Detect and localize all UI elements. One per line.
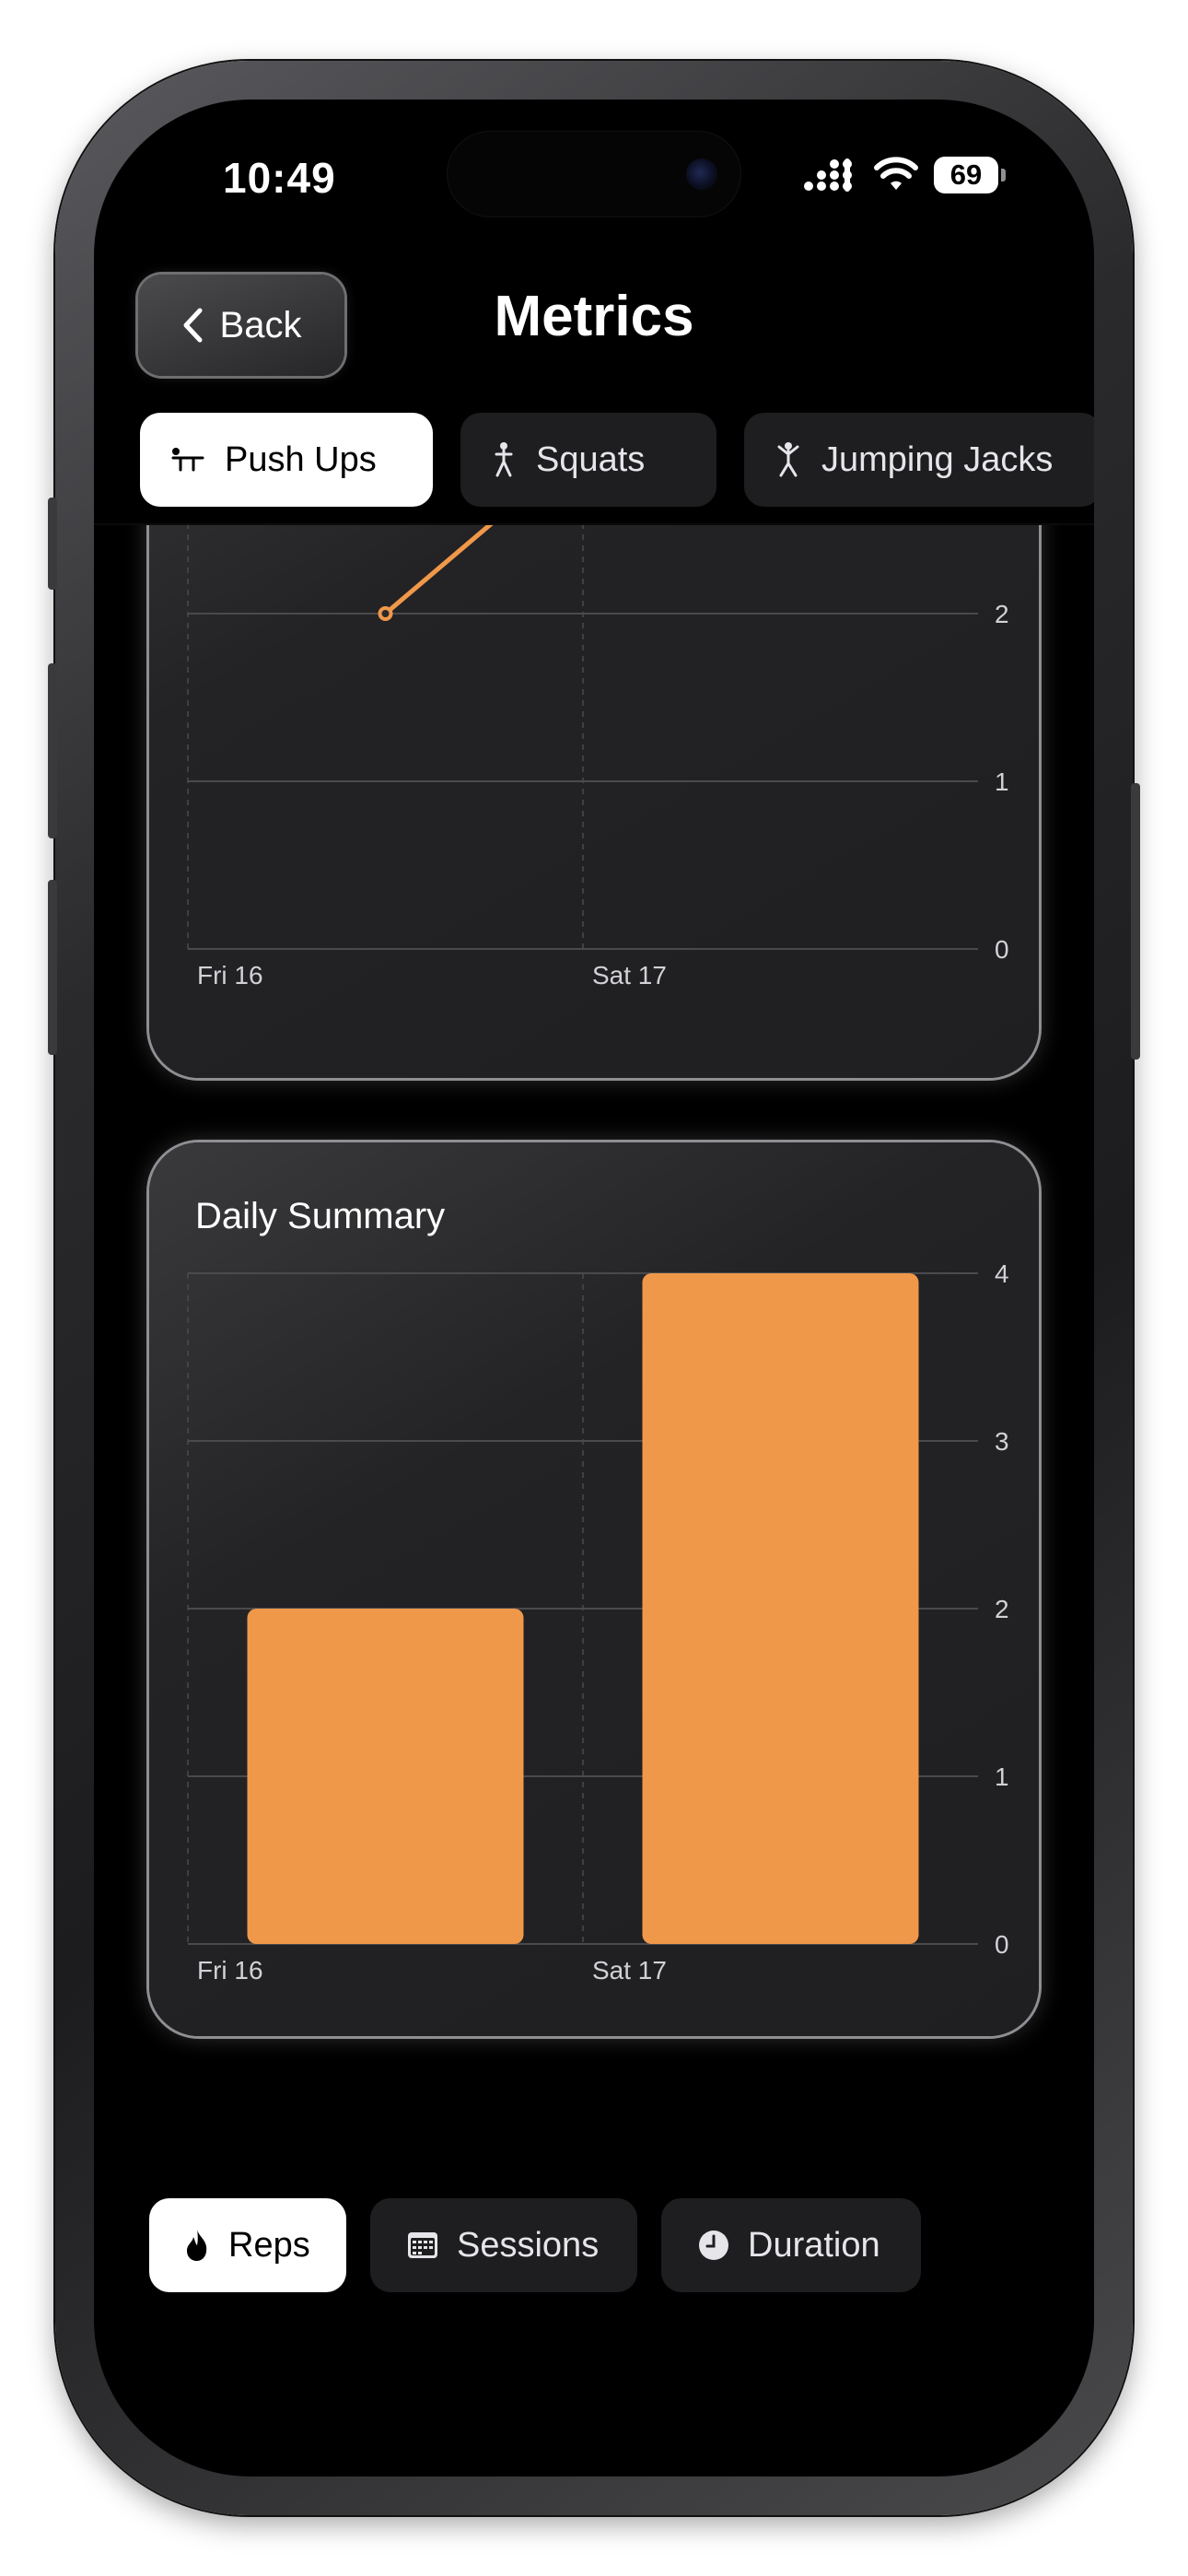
power-button [1131, 783, 1140, 1060]
line-chart: 0123Fri 16Sat 17 [187, 525, 1009, 989]
y-tick-label: 0 [995, 1930, 1009, 1959]
tab-sessions[interactable]: Sessions [370, 2198, 637, 2292]
metric-tabs: Reps Sessions Duration [149, 2198, 921, 2292]
y-tick-label: 1 [995, 1762, 1009, 1791]
action-button [48, 498, 57, 590]
y-tick-label: 2 [995, 600, 1009, 628]
tab-label: Reps [228, 2225, 310, 2265]
battery-indicator: 69 [934, 157, 1006, 193]
camera-lens [686, 158, 717, 190]
squat-icon [495, 442, 513, 477]
data-point [378, 606, 393, 621]
cellular-signal-icon [804, 158, 852, 192]
status-time: 10:49 [223, 154, 336, 202]
status-icons: 69 [803, 155, 1006, 195]
y-tick-label: 3 [995, 1427, 1009, 1456]
tab-label: Push Ups [225, 439, 377, 479]
line-chart-card: 0123Fri 16Sat 17 [149, 525, 1039, 1078]
y-tick-label: 0 [995, 935, 1009, 964]
y-tick-label: 4 [995, 1259, 1009, 1288]
page-title: Metrics [494, 285, 694, 348]
clock-icon [699, 2231, 728, 2260]
exercise-tabs: Push Ups Squats Jumping Jacks [140, 413, 1094, 507]
x-tick-label: Sat 17 [592, 961, 667, 989]
bar [642, 1273, 919, 1944]
charts-scroll-area[interactable]: 0123Fri 16Sat 17 Daily Summary 01234Fri … [94, 525, 1094, 2184]
x-tick-label: Fri 16 [197, 961, 263, 989]
volume-up-button [48, 663, 57, 838]
tab-push-ups[interactable]: Push Ups [140, 413, 433, 507]
tab-reps[interactable]: Reps [149, 2198, 346, 2292]
volume-down-button [48, 880, 57, 1055]
tab-label: Duration [748, 2225, 880, 2265]
x-tick-label: Fri 16 [197, 1956, 263, 1985]
y-tick-label: 1 [995, 767, 1009, 796]
screen: 10:49 69 Back Metrics Push Ups Squats Ju… [94, 100, 1094, 2476]
x-tick-label: Sat 17 [592, 1956, 667, 1985]
wifi-icon [874, 157, 918, 190]
daily-summary-card: Daily Summary 0 1 2 3 4 Fri 16 Sat 17 [149, 1142, 1039, 2036]
exercise-tabs-scroller[interactable]: Push Ups Squats Jumping Jacks [94, 404, 1094, 519]
tab-label: Jumping Jacks [821, 439, 1054, 479]
tab-squats[interactable]: Squats [460, 413, 716, 507]
tab-label: Squats [536, 439, 646, 479]
bar [247, 1609, 524, 1944]
dynamic-island [447, 131, 741, 217]
tab-duration[interactable]: Duration [661, 2198, 921, 2292]
daily-summary-bar-chart: 0 1 2 3 4 Fri 16 Sat 17 [187, 1259, 1009, 1985]
y-tick-label: 2 [995, 1595, 1009, 1623]
flame-icon [187, 2230, 207, 2261]
push-up-icon [171, 448, 204, 472]
jumping-jack-icon [777, 442, 799, 477]
tab-label: Sessions [457, 2225, 600, 2265]
calendar-icon [408, 2232, 437, 2258]
tab-jumping-jacks[interactable]: Jumping Jacks [744, 413, 1094, 507]
